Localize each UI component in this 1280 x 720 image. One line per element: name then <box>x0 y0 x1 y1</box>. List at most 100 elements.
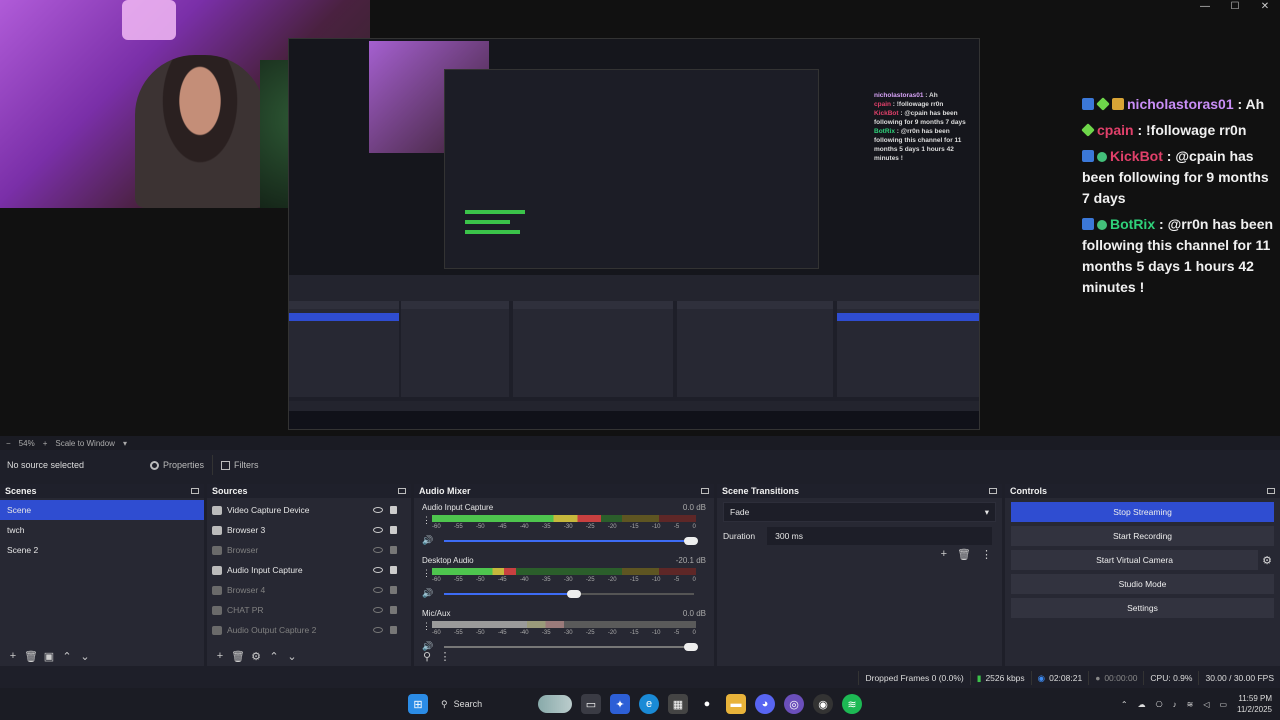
lock-icon[interactable] <box>390 566 397 574</box>
undock-icon[interactable] <box>398 488 406 494</box>
trash-icon[interactable]: 🗑 <box>957 548 971 561</box>
move-up-icon[interactable]: ⌃ <box>60 650 74 663</box>
globe-icon <box>212 605 222 615</box>
trash-icon[interactable]: 🗑 <box>24 650 38 663</box>
stop-streaming-button[interactable]: Stop Streaming <box>1011 502 1274 522</box>
chevron-up-icon[interactable]: ⌃ <box>1121 700 1128 709</box>
lock-icon[interactable] <box>390 546 397 554</box>
scale-to-window-select[interactable]: Scale to Window <box>55 439 115 448</box>
menu-icon[interactable]: ⋮ <box>438 650 452 663</box>
eye-hidden-icon[interactable] <box>373 547 383 553</box>
source-item[interactable]: Audio Input Capture <box>207 560 411 580</box>
add-icon[interactable]: + <box>941 548 947 561</box>
source-item[interactable]: Browser 4 <box>207 580 411 600</box>
eye-icon[interactable] <box>373 567 383 573</box>
eye-hidden-icon[interactable] <box>373 607 383 613</box>
move-down-icon[interactable]: ⌄ <box>285 650 299 663</box>
audio-mixer-dock: Audio Mixer Audio Input Capture 0.0 dB ⋮ -6… <box>414 484 714 666</box>
tick-label: -45 <box>497 577 507 583</box>
battery-icon[interactable]: ▭ <box>1219 700 1227 709</box>
folder-icon[interactable]: ▬ <box>726 694 746 714</box>
search-highlight-icon[interactable] <box>538 695 572 713</box>
duration-input[interactable]: 300 ms <box>767 527 992 545</box>
lock-icon[interactable] <box>390 526 397 534</box>
taskbar-search[interactable]: ⚲ Search <box>437 692 529 716</box>
eye-hidden-icon[interactable] <box>373 627 383 633</box>
filter-icon[interactable]: ▣ <box>42 650 56 663</box>
copilot-icon[interactable]: ✦ <box>610 694 630 714</box>
task-view-icon[interactable]: ▭ <box>581 694 601 714</box>
settings-button[interactable]: Settings <box>1011 598 1274 618</box>
properties-button[interactable]: Properties <box>142 455 212 475</box>
menu-icon[interactable]: ⋮ <box>422 568 431 579</box>
scene-item[interactable]: Scene <box>0 500 204 520</box>
cloud-icon[interactable]: ☁ <box>1138 700 1146 709</box>
obs-icon[interactable]: ◉ <box>813 694 833 714</box>
no-source-label: No source selected <box>7 460 85 470</box>
undock-icon[interactable] <box>701 488 709 494</box>
start-virtual-camera-button[interactable]: Start Virtual Camera <box>1011 550 1259 570</box>
volume-slider[interactable] <box>444 590 694 598</box>
close-button[interactable]: ✕ <box>1250 0 1280 14</box>
source-item[interactable]: Audio Output Capture 2 <box>207 620 411 640</box>
volume-icon[interactable]: ◁ <box>1203 700 1209 709</box>
network-icon[interactable]: ⎔ <box>1156 700 1163 709</box>
source-item[interactable]: Video Capture Device <box>207 500 411 520</box>
record-icon: ● <box>1095 673 1101 683</box>
move-down-icon[interactable]: ⌄ <box>78 650 92 663</box>
gear-icon[interactable]: ⚙ <box>249 650 263 663</box>
windows-start-icon[interactable]: ⊞ <box>408 694 428 714</box>
scene-item[interactable]: twch <box>0 520 204 540</box>
maximize-button[interactable]: ☐ <box>1220 0 1250 14</box>
mic-icon[interactable]: ♪ <box>1173 700 1177 709</box>
volume-slider[interactable] <box>444 537 698 545</box>
speaker-icon[interactable]: 🔊 <box>422 588 433 599</box>
menu-icon[interactable]: ⋮ <box>981 548 992 561</box>
link-icon[interactable]: ⚲ <box>420 650 434 663</box>
app-icon[interactable]: ● <box>697 694 717 714</box>
edge-icon[interactable]: e <box>639 694 659 714</box>
diamond-badge-icon <box>1081 123 1095 137</box>
gear-icon[interactable]: ⚙ <box>1262 554 1272 567</box>
eye-icon[interactable] <box>373 507 383 513</box>
zoom-out-button[interactable]: − <box>6 439 11 448</box>
eye-icon[interactable] <box>373 527 383 533</box>
eye-hidden-icon[interactable] <box>373 587 383 593</box>
tick-label: -30 <box>563 630 573 636</box>
discord-icon[interactable]: ◕ <box>755 694 775 714</box>
undock-icon[interactable] <box>1267 488 1275 494</box>
speaker-icon[interactable]: 🔊 <box>422 535 433 546</box>
filters-button[interactable]: Filters <box>212 455 267 475</box>
menu-icon[interactable]: ⋮ <box>422 515 431 526</box>
undock-icon[interactable] <box>989 488 997 494</box>
lock-icon[interactable] <box>390 626 397 634</box>
zoom-in-button[interactable]: + <box>43 439 48 448</box>
trash-icon[interactable]: 🗑 <box>231 650 245 663</box>
scene-item[interactable]: Scene 2 <box>0 540 204 560</box>
wifi-icon[interactable]: ≋ <box>1187 700 1194 709</box>
source-item[interactable]: Browser <box>207 540 411 560</box>
app-icon[interactable]: ◎ <box>784 694 804 714</box>
slider-knob[interactable] <box>566 590 581 598</box>
clock[interactable]: 11:59 PM 11/2/2025 <box>1237 693 1272 715</box>
lock-icon[interactable] <box>390 606 397 614</box>
source-item[interactable]: CHAT PR <box>207 600 411 620</box>
minimize-button[interactable]: — <box>1190 0 1220 14</box>
chevron-down-icon[interactable]: ▾ <box>123 439 127 448</box>
lock-icon[interactable] <box>390 506 397 514</box>
slider-knob[interactable] <box>684 537 698 545</box>
source-item[interactable]: Browser 3 <box>207 520 411 540</box>
transition-select[interactable]: Fade ▾ <box>723 502 996 522</box>
spotify-icon[interactable]: ≋ <box>842 694 862 714</box>
move-up-icon[interactable]: ⌃ <box>267 650 281 663</box>
lock-icon[interactable] <box>390 586 397 594</box>
lamp-light <box>122 0 176 40</box>
start-recording-button[interactable]: Start Recording <box>1011 526 1274 546</box>
studio-mode-button[interactable]: Studio Mode <box>1011 574 1274 594</box>
store-icon[interactable]: ▦ <box>668 694 688 714</box>
add-icon[interactable]: + <box>213 650 227 662</box>
menu-icon[interactable]: ⋮ <box>422 621 431 632</box>
undock-icon[interactable] <box>191 488 199 494</box>
add-icon[interactable]: + <box>6 650 20 662</box>
tick-label: -30 <box>563 577 573 583</box>
